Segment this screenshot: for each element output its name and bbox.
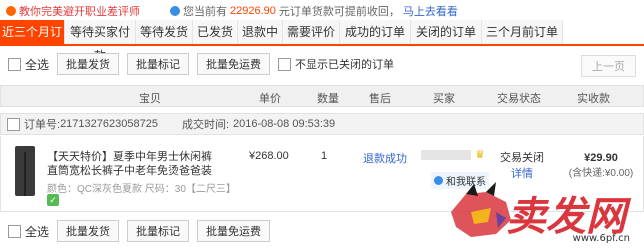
- tip-right-link[interactable]: 马上去看看: [403, 3, 458, 19]
- header-status: 交易状态: [497, 93, 541, 105]
- batch-free-shipping-button-bottom[interactable]: 批量免运费: [197, 220, 271, 242]
- tips-bar: 教你完美避开职业差评师 您当前有 22926.90 元订单货款可提前收回， 马上去看看: [0, 0, 644, 20]
- quantity: 1: [321, 150, 328, 162]
- order-checkbox[interactable]: [7, 117, 20, 131]
- order-time-label: 成交时间:: [181, 119, 230, 131]
- hide-closed-label: 不显示已关闭的订单: [295, 59, 395, 71]
- order-header: 订单号: 2171327623058725 成交时间: 2016-08-08 0…: [0, 113, 644, 135]
- tab-awaiting-payment[interactable]: 等待买家付款: [65, 20, 136, 63]
- tab-needs-review[interactable]: 需要评价: [283, 20, 340, 44]
- batch-ship-button-bottom[interactable]: 批量发货: [57, 220, 120, 242]
- product-attributes: 颜色：QC深灰色夏款 尺码：30【二尺三】: [47, 184, 236, 195]
- header-buyer: 买家: [433, 93, 455, 105]
- batch-mark-button-bottom[interactable]: 批量标记: [127, 220, 190, 242]
- buyer-name-blurred[interactable]: [421, 150, 471, 160]
- tip-right-suffix: 元订单货款可提前收回，: [278, 6, 400, 18]
- order-time: 2016-08-08 09:53:39: [233, 118, 336, 130]
- buyer-vip-icon: ♛: [475, 149, 485, 161]
- chat-icon: [434, 176, 443, 185]
- received-total: ¥29.90: [584, 152, 618, 164]
- select-all-label-bottom: 全选: [25, 224, 50, 239]
- tip-right-prefix: 您当前有: [183, 6, 227, 18]
- hide-closed-option[interactable]: 不显示已关闭的订单: [278, 56, 394, 72]
- order-number-label: 订单号:: [24, 119, 61, 131]
- select-all-checkbox-bottom[interactable]: [8, 224, 21, 238]
- prev-page-button[interactable]: 上一页: [581, 55, 636, 77]
- batch-mark-button[interactable]: 批量标记: [127, 53, 190, 75]
- select-all-label: 全选: [25, 57, 50, 72]
- batch-toolbar-top: 全选 批量发货 批量标记 批量免运费 不显示已关闭的订单 上一页: [0, 50, 644, 78]
- warning-icon: [6, 6, 16, 16]
- table-header: 宝贝 单价 数量 售后 买家 交易状态 实收款: [0, 85, 644, 107]
- tab-closed[interactable]: 关闭的订单: [411, 20, 482, 44]
- tab-older-than-three-months[interactable]: 三个月前订单: [482, 20, 563, 44]
- info-icon: [170, 6, 180, 16]
- product-name-link[interactable]: 【天天特价】夏季中年男士休闲裤直筒宽松长裤子中老年免烫爸爸装: [47, 150, 217, 178]
- header-after-sale: 售后: [369, 93, 391, 105]
- batch-ship-button[interactable]: 批量发货: [57, 53, 120, 75]
- hide-closed-checkbox[interactable]: [278, 57, 292, 71]
- tab-recent-three-months[interactable]: 近三个月订单: [0, 20, 65, 63]
- tab-successful[interactable]: 成功的订单: [340, 20, 411, 44]
- header-item: 宝贝: [139, 93, 161, 105]
- tab-shipped[interactable]: 已发货: [193, 20, 238, 44]
- tip-right-amount: 22926.90: [230, 5, 276, 17]
- header-price: 单价: [259, 93, 281, 105]
- header-received: 实收款: [577, 93, 610, 105]
- unit-price: ¥268.00: [249, 150, 289, 162]
- watermark: 卖发网 www.6pf.cn: [446, 178, 636, 244]
- select-all-checkbox[interactable]: [8, 57, 21, 71]
- tip-left-text[interactable]: 教你完美避开职业差评师: [19, 3, 140, 19]
- watermark-url: www.6pf.cn: [572, 233, 630, 244]
- tab-awaiting-shipment[interactable]: 等待发货: [136, 20, 193, 44]
- after-sale-status-link[interactable]: 退款成功: [363, 150, 407, 166]
- tip-left[interactable]: 教你完美避开职业差评师: [6, 3, 140, 19]
- guarantee-badge-icon: ✓: [47, 194, 59, 206]
- header-qty: 数量: [317, 93, 339, 105]
- product-thumbnail[interactable]: [15, 146, 35, 196]
- tab-refunding[interactable]: 退款中: [238, 20, 283, 44]
- trade-status-text: 交易关闭: [500, 152, 544, 164]
- order-tabs: 近三个月订单 等待买家付款 等待发货 已发货 退款中 需要评价 成功的订单 关闭…: [0, 20, 644, 63]
- order-number: 2171327623058725: [60, 118, 158, 130]
- batch-free-shipping-button[interactable]: 批量免运费: [197, 53, 271, 75]
- tip-right: 您当前有 22926.90 元订单货款可提前收回， 马上去看看: [170, 3, 458, 19]
